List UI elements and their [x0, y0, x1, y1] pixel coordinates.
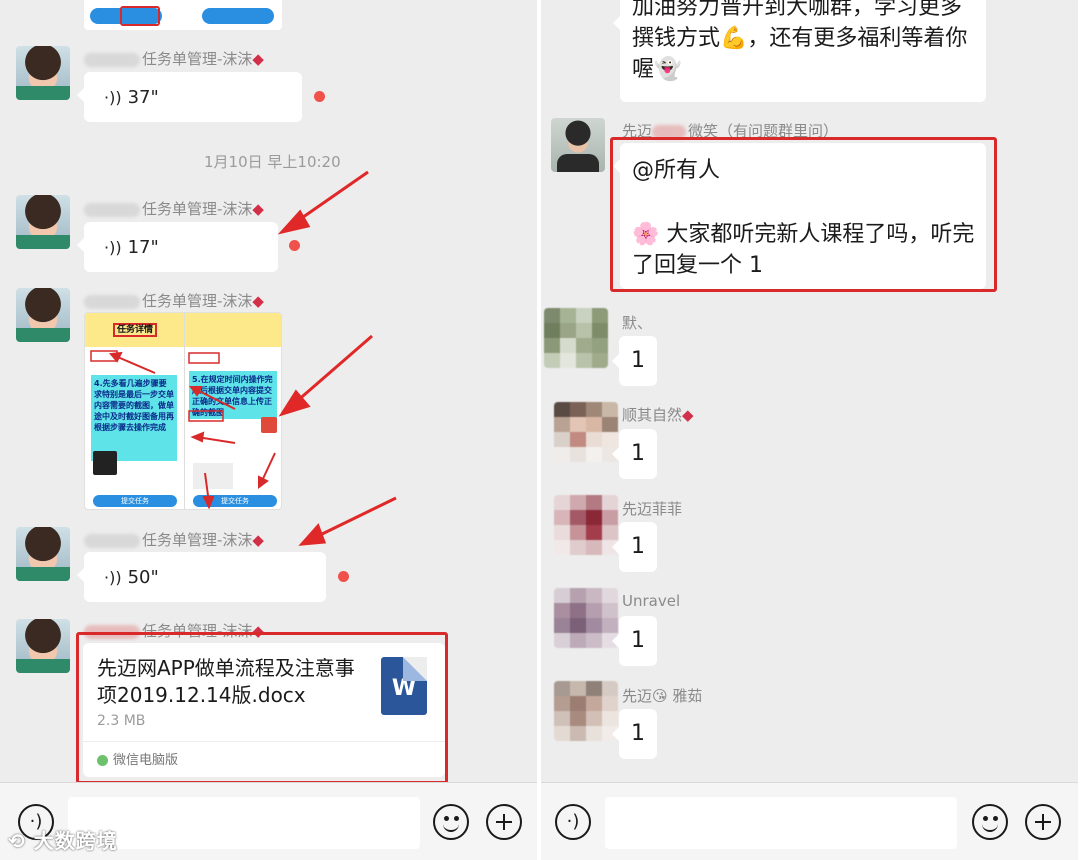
voice-wave-icon: ·)): [104, 87, 122, 107]
highlight-box: [76, 632, 448, 784]
reply-message[interactable]: 1: [612, 336, 657, 386]
voice-message[interactable]: ·)) 17": [77, 222, 278, 272]
avatar[interactable]: [554, 402, 618, 462]
message-input[interactable]: [605, 797, 957, 849]
screenshot-note-left: 4.先多看几遍步骤要求特别是最后一步交单内容需要的截图，做单途中及时截好图备用再…: [91, 375, 177, 461]
highlight-box: [610, 137, 997, 292]
sender-name: 先迈😘 雅茹: [622, 687, 703, 705]
task-screenshot-image[interactable]: 任务详情 4.先多看几遍步骤要求特别是最后一步交单内容需要的截图，做单途中及时截…: [84, 312, 282, 510]
reply-message[interactable]: 1: [612, 709, 657, 759]
avatar[interactable]: [551, 118, 605, 172]
avatar[interactable]: [16, 46, 70, 100]
screenshot-note-right: 5.在规定时间内操作完成后根据交单内容提交正确的文单信息上传正确的截图: [189, 371, 277, 419]
message-input[interactable]: [68, 797, 420, 849]
screenshot-button: 提交任务: [193, 495, 277, 507]
message-text: 加油努力晋升到大咖群，学习更多撰钱方式💪，还有更多福利等着你喔👻: [632, 0, 968, 82]
reply-message[interactable]: 1: [612, 522, 657, 572]
cropped-image-card[interactable]: [84, 0, 282, 30]
avatar[interactable]: [16, 288, 70, 342]
avatar[interactable]: [16, 619, 70, 673]
sender-name: 先迈菲菲: [622, 500, 683, 518]
voice-duration: 17": [127, 236, 159, 258]
input-bar: ·): [541, 782, 1078, 860]
avatar[interactable]: [554, 588, 618, 648]
avatar[interactable]: [544, 308, 608, 368]
sender-name: 默、: [622, 314, 653, 332]
screenshot-button: 提交任务: [93, 495, 177, 507]
watermark: ⟲ 大数跨境: [8, 829, 118, 853]
emoji-button[interactable]: [972, 804, 1008, 840]
avatar[interactable]: [554, 495, 618, 555]
avatar[interactable]: [554, 681, 618, 741]
timestamp: 1月10日 早上10:20: [204, 153, 341, 171]
reply-message[interactable]: 1: [612, 616, 657, 666]
text-message[interactable]: 加油努力晋升到大咖群，学习更多撰钱方式💪，还有更多福利等着你喔👻: [613, 0, 986, 102]
voice-input-button[interactable]: ·): [555, 804, 591, 840]
voice-wave-icon: ·)): [104, 567, 122, 587]
right-chat-panel: 加油努力晋升到大咖群，学习更多撰钱方式💪，还有更多福利等着你喔👻 先迈 微笑（有问…: [541, 0, 1078, 860]
screenshot-title: 任务详情: [113, 323, 157, 337]
left-chat-panel: 任务单管理-沫沫◆ ·)) 37" 1月10日 早上10:20 任务单管理-沫沫…: [0, 0, 537, 860]
avatar[interactable]: [16, 527, 70, 581]
highlight-box: [120, 6, 160, 26]
more-button[interactable]: [486, 804, 522, 840]
unread-dot: [289, 240, 300, 251]
avatar[interactable]: [16, 195, 70, 249]
sender-name: 任务单管理-沫沫◆: [84, 290, 264, 311]
sender-name: 任务单管理-沫沫◆: [84, 48, 264, 69]
emoji-button[interactable]: [433, 804, 469, 840]
reply-message[interactable]: 1: [612, 429, 657, 479]
sender-name: Unravel: [622, 592, 681, 610]
sender-name: 任务单管理-沫沫◆: [84, 198, 264, 219]
voice-wave-icon: ·)): [104, 237, 122, 257]
unread-dot: [338, 571, 349, 582]
voice-duration: 50": [127, 566, 159, 588]
sender-name: 任务单管理-沫沫◆: [84, 529, 264, 550]
unread-dot: [314, 91, 325, 102]
voice-message[interactable]: ·)) 50": [77, 552, 326, 602]
sender-name: 顺其自然◆: [622, 406, 694, 424]
voice-duration: 37": [127, 86, 159, 108]
more-button[interactable]: [1025, 804, 1061, 840]
voice-message[interactable]: ·)) 37": [77, 72, 302, 122]
